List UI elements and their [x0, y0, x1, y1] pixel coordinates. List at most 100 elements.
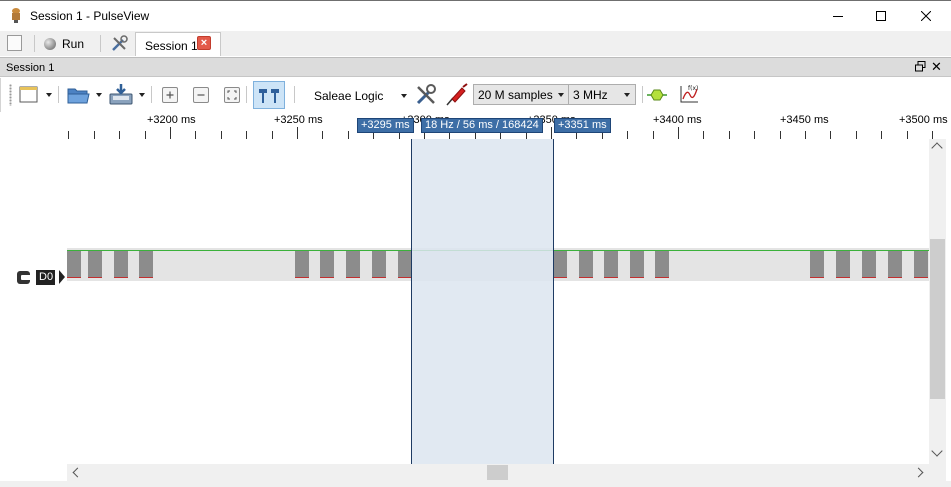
add-math-button[interactable]: f(x)	[678, 83, 700, 105]
cursor-icon	[259, 89, 279, 103]
signal-pulse	[579, 251, 593, 278]
channel-label[interactable]: D0	[36, 270, 56, 285]
window-title: Session 1 - PulseView	[30, 9, 150, 23]
signal-pulse	[114, 251, 128, 278]
tools-icon	[112, 35, 128, 51]
separator	[642, 86, 643, 103]
math-icon: f(x)	[680, 85, 698, 103]
save-button[interactable]	[108, 83, 136, 107]
sample-count-value: 20 M samples	[478, 88, 553, 102]
cursor-selection-region	[411, 139, 553, 464]
channel-header-area	[0, 139, 67, 479]
signal-pulse	[398, 251, 412, 278]
tab-session-1[interactable]: Session 1 ×	[135, 32, 221, 56]
pulseview-icon	[9, 7, 23, 23]
settings-button[interactable]	[110, 34, 130, 53]
save-icon	[109, 84, 133, 105]
tab-close-icon[interactable]: ×	[197, 36, 211, 50]
ruler-tick-label: +3450 ms	[780, 114, 829, 126]
samplerate-select[interactable]: 3 MHz	[568, 84, 636, 105]
dock-float-icon[interactable]	[915, 61, 926, 72]
scrollbar-thumb[interactable]	[930, 239, 945, 399]
separator	[294, 86, 295, 103]
open-icon	[67, 88, 90, 104]
time-ruler[interactable]: +3200 ms +3250 ms +3300 ms +3350 ms +340…	[67, 113, 948, 139]
ruler-tick-label: +3400 ms	[653, 114, 702, 126]
scroll-up-icon[interactable]	[931, 142, 943, 154]
zoom-fit-icon[interactable]	[224, 87, 240, 103]
signal-pulse	[810, 251, 824, 278]
scroll-right-icon[interactable]	[913, 467, 924, 478]
signal-pulse	[655, 251, 669, 278]
run-button[interactable]: Run	[44, 34, 84, 53]
chevron-down-icon[interactable]	[96, 93, 102, 97]
window-bottom-edge	[0, 481, 951, 487]
separator	[246, 86, 247, 103]
separator	[34, 35, 35, 52]
separator	[151, 86, 152, 103]
cursor-2-flag[interactable]: +3351 ms	[554, 118, 611, 133]
zoom-out-icon[interactable]	[193, 87, 209, 103]
minimize-button[interactable]	[815, 1, 861, 31]
minimize-icon	[833, 16, 843, 17]
separator	[58, 86, 59, 103]
trace-canvas	[67, 139, 929, 464]
run-label: Run	[62, 36, 85, 51]
cursor-span-flag[interactable]: 18 Hz / 56 ms / 168424	[421, 118, 543, 133]
scroll-corner	[929, 464, 946, 481]
ruler-tick-label: +3200 ms	[147, 114, 196, 126]
trace-view[interactable]	[67, 139, 929, 464]
add-decoder-button[interactable]	[646, 85, 668, 105]
main-toolbar: Saleae Logic 20 M samples 3 MHz f(x)	[0, 78, 951, 112]
ruler-tick-label: +3250 ms	[274, 114, 323, 126]
device-config-icon	[416, 84, 436, 105]
vertical-scrollbar[interactable]	[929, 139, 946, 464]
scroll-down-icon[interactable]	[931, 445, 943, 457]
signal-pulse	[604, 251, 618, 278]
open-button[interactable]	[67, 84, 91, 106]
chevron-down-icon[interactable]	[46, 93, 52, 97]
probe-config-button[interactable]	[444, 83, 470, 107]
chevron-down-icon	[624, 93, 630, 97]
zoom-in-icon[interactable]	[162, 87, 178, 103]
dock-title: Session 1	[6, 62, 55, 74]
scrollbar-thumb[interactable]	[487, 465, 508, 480]
signal-pulse	[67, 251, 81, 278]
signal-pulse	[139, 251, 153, 278]
signal-pulse	[553, 251, 567, 278]
new-view-button[interactable]	[19, 84, 39, 104]
close-icon	[921, 11, 931, 21]
samplerate-value: 3 MHz	[573, 88, 608, 102]
cursor-1-flag[interactable]: +3295 ms	[357, 118, 414, 133]
chevron-down-icon[interactable]	[139, 93, 145, 97]
scroll-left-icon[interactable]	[72, 467, 83, 478]
run-icon	[44, 37, 56, 50]
maximize-button[interactable]	[858, 1, 904, 31]
device-selector[interactable]: Saleae Logic	[305, 84, 410, 106]
horizontal-scrollbar[interactable]	[67, 464, 929, 481]
toolbar-grip	[9, 84, 12, 106]
separator	[100, 35, 101, 52]
signal-pulse	[320, 251, 334, 278]
chevron-down-icon	[401, 94, 407, 98]
new-view-icon	[19, 86, 38, 103]
title-bar: Session 1 - PulseView	[0, 0, 951, 31]
decoder-icon	[647, 89, 667, 101]
tab-label: Session 1	[145, 39, 198, 53]
device-config-button[interactable]	[414, 83, 438, 107]
new-session-icon[interactable]	[7, 35, 22, 51]
signal-pulse	[295, 251, 309, 278]
device-name: Saleae Logic	[314, 89, 384, 103]
session-bar: Run Session 1 ×	[0, 31, 951, 56]
channel-label-arrow	[59, 270, 65, 284]
ruler-tick-label: +3500 ms	[899, 114, 948, 126]
sample-count-select[interactable]: 20 M samples	[473, 84, 569, 105]
signal-pulse	[88, 251, 102, 278]
close-button[interactable]	[903, 1, 949, 31]
signal-pulse	[836, 251, 850, 278]
channel-drag-handle[interactable]	[17, 271, 30, 284]
show-cursors-button[interactable]	[253, 81, 285, 109]
dock-close-icon[interactable]: ✕	[931, 59, 942, 75]
signal-pulse	[346, 251, 360, 278]
signal-pulse	[372, 251, 386, 278]
